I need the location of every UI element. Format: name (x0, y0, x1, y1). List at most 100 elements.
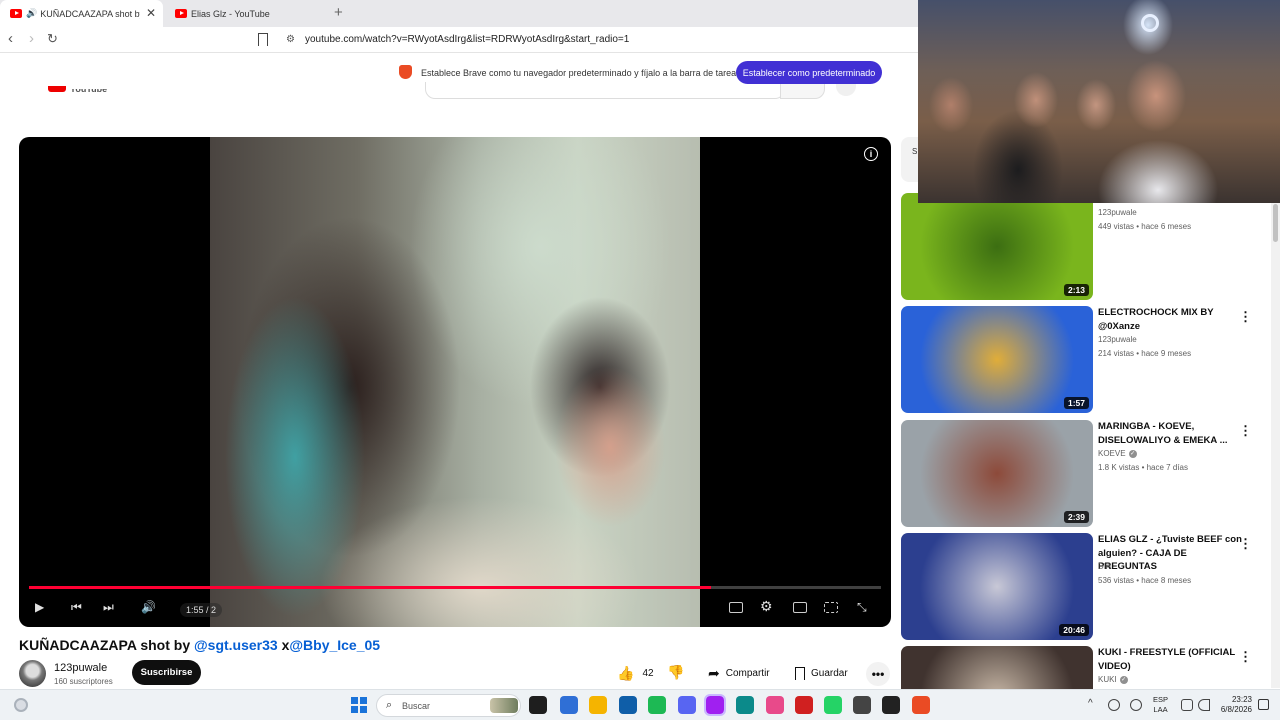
language-indicator[interactable]: ESP LAA (1153, 695, 1168, 715)
search-highlight-image (490, 698, 518, 713)
recommendation-title[interactable]: ELIAS GLZ - ¿Tuviste BEEF con alguien? -… (1098, 533, 1243, 574)
mention-link[interactable]: @Bby_Ice_05 (289, 637, 380, 653)
progress-bar[interactable] (29, 586, 881, 589)
info-icon[interactable]: i (864, 147, 878, 161)
recommendation-thumbnail[interactable] (901, 646, 1093, 689)
recommendation-channel[interactable]: DIA (1098, 562, 1111, 571)
outlook-icon[interactable] (560, 696, 578, 714)
youtube-logo-icon[interactable] (48, 86, 66, 92)
mention-link[interactable]: @sgt.user33 (194, 637, 278, 653)
opera-icon[interactable] (795, 696, 813, 714)
recommendation-menu-icon[interactable]: ⋮ (1239, 649, 1252, 665)
next-button[interactable]: ⏭ (103, 600, 114, 615)
recommendation-item[interactable]: 2:39 MARINGBA - KOEVE, DISELOWALIYO & EM… (901, 420, 1271, 529)
windows-start-icon[interactable] (351, 697, 367, 713)
clock[interactable]: 23:23 6/8/2026 (1218, 695, 1252, 715)
youtube-search-button[interactable] (780, 82, 825, 99)
recommendation-thumbnail[interactable]: 1:57 (901, 306, 1093, 413)
cast-icon[interactable] (824, 602, 838, 613)
more-actions-button[interactable]: ••• (866, 662, 890, 686)
recommendation-thumbnail[interactable]: 20:46 (901, 533, 1093, 640)
youtube-favicon-icon (175, 9, 187, 18)
capcut-icon[interactable] (882, 696, 900, 714)
recommendation-item[interactable]: KUKI - FREESTYLE (OFFICIAL VIDEO) KUKI ✓ … (901, 646, 1271, 689)
video-title: KUÑADCAAZAPA shot by @sgt.user33 x@Bby_I… (19, 637, 380, 653)
channel-name[interactable]: 123puwale (54, 662, 107, 674)
subscribe-button[interactable]: Suscribirse (132, 660, 201, 685)
widgets-icon[interactable] (14, 698, 28, 712)
save-button[interactable]: Guardar (795, 661, 848, 686)
recommendation-menu-icon[interactable]: ⋮ (1239, 536, 1252, 552)
recommendation-menu-icon[interactable]: ⋮ (1239, 423, 1252, 439)
duration-badge: 20:46 (1059, 624, 1089, 636)
tab-active[interactable]: 🔊 KUÑADCAAZAPA shot by @s (0, 0, 163, 27)
like-button[interactable]: 👍 42 (607, 661, 654, 686)
new-tab-button[interactable]: + (334, 4, 343, 21)
youtube-favicon-icon (10, 9, 22, 18)
previous-button[interactable]: ⏮ (71, 600, 82, 615)
bookmark-icon[interactable] (258, 33, 268, 46)
tab-inactive[interactable]: Elias Glz - YouTube (165, 0, 325, 27)
recommendation-channel[interactable]: 123puwale (1098, 335, 1137, 344)
recommendation-thumbnail[interactable]: 2:13 (901, 193, 1093, 300)
recommendation-title[interactable]: KUKI - FREESTYLE (OFFICIAL VIDEO) (1098, 646, 1243, 673)
notifications-icon[interactable] (1258, 699, 1269, 710)
show-hidden-icons-icon[interactable]: ^ (1088, 698, 1093, 709)
forward-button[interactable]: › (29, 30, 34, 47)
scrollbar-thumb[interactable] (1273, 204, 1278, 242)
recommendation-menu-icon[interactable]: ⋮ (1239, 309, 1252, 325)
recommendation-thumbnail[interactable]: 2:39 (901, 420, 1093, 527)
verified-icon: ✓ (1119, 675, 1128, 684)
audio-playing-icon[interactable]: 🔊 (26, 8, 37, 19)
set-default-browser-button[interactable]: Establecer como predeterminado (736, 61, 882, 84)
taskbar-search-input[interactable]: ⌕ Buscar (376, 694, 521, 717)
channel-label[interactable]: KUKI (1098, 675, 1117, 684)
recommendation-title[interactable]: ELECTROCHOCK MIX BY @0Xanze (1098, 306, 1243, 333)
photos-icon[interactable] (766, 696, 784, 714)
spotify-icon[interactable] (648, 696, 666, 714)
discord-icon[interactable] (678, 696, 696, 714)
youtube-logo-text[interactable]: YouTube (70, 89, 107, 94)
play-button[interactable]: ▶ (35, 600, 44, 614)
video-frame[interactable] (210, 137, 700, 627)
dislike-button[interactable]: 👎 (667, 664, 684, 681)
microphone-icon[interactable] (1130, 699, 1142, 711)
recommendation-title[interactable]: MARINGBA - KOEVE, DISELOWALIYO & EMEKA .… (1098, 420, 1243, 447)
recommendation-channel[interactable]: KUKI ✓ (1098, 675, 1128, 684)
webcam-overlay (918, 0, 1280, 203)
onedrive-icon[interactable] (1108, 699, 1120, 711)
recommendation-item[interactable]: 20:46 ELIAS GLZ - ¿Tuviste BEEF con algu… (901, 533, 1271, 642)
subtitles-icon[interactable] (729, 602, 743, 613)
file-manager-icon[interactable] (529, 696, 547, 714)
speaker-icon[interactable] (1198, 699, 1210, 711)
reload-button[interactable]: ↻ (47, 31, 58, 47)
settings-icon[interactable]: ⚙ (760, 598, 773, 615)
close-tab-icon[interactable]: ✕ (146, 6, 156, 20)
brave-icon[interactable] (912, 696, 930, 714)
volume-button[interactable]: 🔊 (141, 600, 156, 614)
recommendation-item[interactable]: 2:13 123puwale 449 vistas • hace 6 meses (901, 193, 1271, 302)
share-button[interactable]: ➦ Compartir (708, 661, 770, 686)
whatsapp-icon[interactable] (824, 696, 842, 714)
address-bar[interactable]: youtube.com/watch?v=RWyotAsdIrg&list=RDR… (305, 34, 629, 45)
channel-label[interactable]: KOEVE (1098, 449, 1126, 458)
recommendation-channel[interactable]: KOEVE ✓ (1098, 449, 1137, 458)
video-player[interactable]: i ▶ ⏮ ⏭ 🔊 1:55 / 2 ⚙ ⤡ (19, 137, 891, 627)
recommendation-channel[interactable]: 123puwale (1098, 208, 1137, 217)
steam-icon[interactable] (853, 696, 871, 714)
fullscreen-icon[interactable]: ⤡ (857, 600, 867, 615)
voice-search-button[interactable] (836, 84, 856, 96)
recommendation-item[interactable]: 1:57 ELECTROCHOCK MIX BY @0Xanze 123puwa… (901, 306, 1271, 415)
navigation-bar: ‹ › ↻ ⚙ youtube.com/watch?v=RWyotAsdIrg&… (0, 27, 918, 53)
edge-icon[interactable] (736, 696, 754, 714)
miniplayer-icon[interactable] (793, 602, 807, 613)
folder-icon[interactable] (589, 696, 607, 714)
youtube-search-input[interactable] (425, 82, 785, 99)
page-scrollbar[interactable] (1271, 198, 1280, 688)
channel-avatar[interactable] (19, 660, 46, 687)
network-icon[interactable] (1181, 699, 1193, 711)
opera-gx-icon[interactable] (704, 694, 726, 716)
back-button[interactable]: ‹ (8, 30, 13, 47)
site-settings-icon[interactable]: ⚙ (286, 34, 295, 45)
store-icon[interactable] (619, 696, 637, 714)
